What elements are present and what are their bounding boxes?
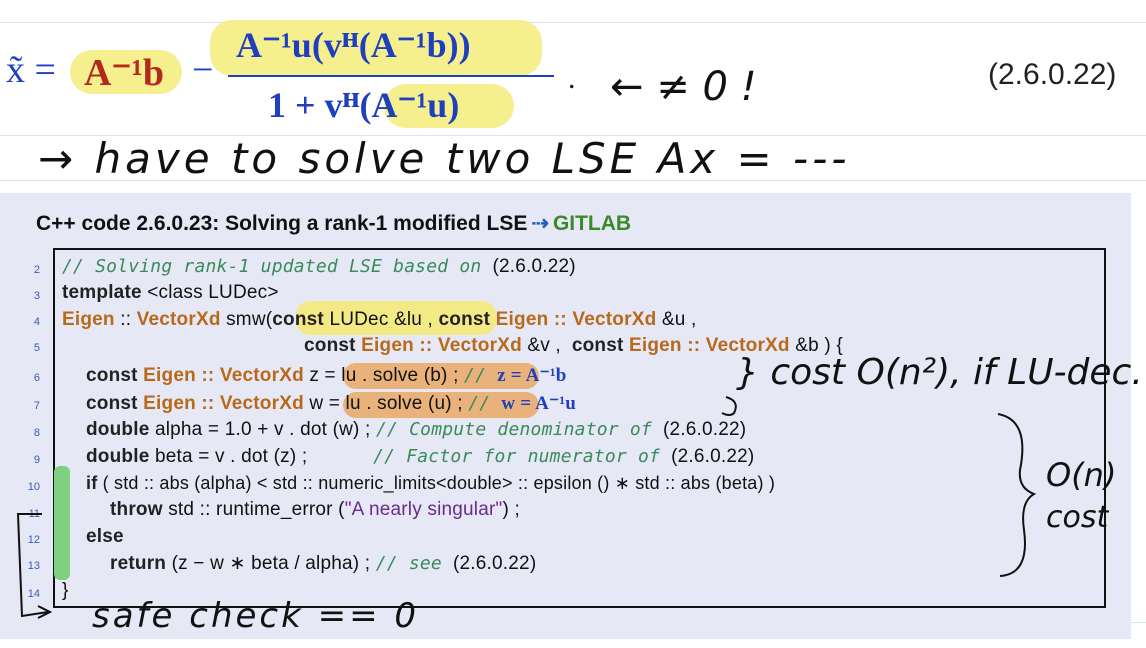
code-math: z = A⁻¹b bbox=[497, 365, 567, 386]
code-text: w = lu . solve (u) ; bbox=[303, 393, 469, 414]
code-line-12: else bbox=[86, 526, 124, 548]
line-number: 2 bbox=[33, 264, 40, 276]
line-number: 7 bbox=[33, 400, 40, 412]
code-keyword: throw bbox=[110, 499, 163, 520]
code-keyword: const bbox=[86, 365, 138, 386]
line-number: 5 bbox=[33, 342, 40, 354]
formula-dot: . bbox=[568, 62, 576, 95]
code-text: :: bbox=[114, 309, 137, 330]
code-text: } bbox=[62, 580, 69, 601]
code-line-4: Eigen :: VectorXd smw(const LUDec &lu , … bbox=[62, 309, 696, 331]
code-title: C++ code 2.6.0.23: Solving a rank-1 modi… bbox=[36, 211, 631, 236]
code-keyword: else bbox=[86, 526, 124, 547]
code-keyword: const bbox=[272, 309, 324, 330]
handwritten-brace bbox=[997, 413, 1037, 577]
ruled-line bbox=[0, 22, 1146, 23]
fraction-bar bbox=[228, 75, 554, 77]
code-title-text: C++ code 2.6.0.23: Solving a rank-1 modi… bbox=[36, 212, 528, 235]
code-type: Eigen :: VectorXd bbox=[490, 309, 657, 330]
code-keyword: const bbox=[571, 335, 624, 356]
formula-denominator: 1 + vᴴ(A⁻¹u) bbox=[268, 85, 460, 125]
handwritten-note: → have to solve two LSE Ax = --- bbox=[38, 134, 851, 183]
code-text: ) ; bbox=[502, 499, 520, 520]
equation-ref: (2.6.0.22) bbox=[492, 256, 576, 277]
code-text: std :: runtime_error ( bbox=[162, 499, 345, 520]
code-type: Eigen :: VectorXd bbox=[137, 393, 304, 414]
handwritten-brace bbox=[721, 396, 737, 416]
code-math: w = A⁻¹u bbox=[501, 393, 576, 414]
code-line-3: template <class LUDec> bbox=[62, 282, 279, 304]
equation-ref: (2.6.0.22) bbox=[662, 419, 747, 440]
code-type: Eigen :: VectorXd bbox=[137, 365, 304, 386]
handwritten-note: O(n) bbox=[1046, 456, 1117, 494]
code-text: beta = v . dot (z) ; bbox=[149, 446, 374, 467]
code-text: smw( bbox=[220, 309, 273, 330]
code-keyword: if bbox=[86, 473, 98, 493]
gitlab-link[interactable]: GITLAB bbox=[553, 212, 631, 235]
handwritten-note: cost bbox=[1046, 500, 1109, 535]
equation-ref: (2.6.0.22) bbox=[453, 553, 537, 574]
code-text: &u , bbox=[656, 309, 697, 330]
line-number: 6 bbox=[33, 372, 40, 384]
code-type: Eigen :: VectorXd bbox=[355, 335, 522, 356]
line-number: 9 bbox=[33, 454, 40, 466]
formula-numerator: A⁻¹u(vᴴ(A⁻¹b)) bbox=[236, 25, 471, 65]
code-comment: // Compute denominator of bbox=[376, 419, 663, 440]
code-type: Eigen bbox=[62, 309, 115, 330]
handwritten-bracket bbox=[16, 513, 53, 619]
code-string: "A nearly singular" bbox=[344, 499, 503, 520]
link-arrow-icon: ⇢ bbox=[531, 212, 549, 235]
code-comment: // bbox=[464, 365, 498, 386]
code-line-7: const Eigen :: VectorXd w = lu . solve (… bbox=[86, 392, 576, 415]
code-line-9: double beta = v . dot (z) ; // Factor fo… bbox=[86, 446, 754, 468]
code-keyword: double bbox=[86, 446, 150, 467]
equation-number: (2.6.0.22) bbox=[988, 58, 1117, 91]
formula-minus: − bbox=[192, 49, 214, 91]
formula-term1: A⁻¹b bbox=[84, 52, 165, 94]
code-line-6: const Eigen :: VectorXd z = lu . solve (… bbox=[86, 364, 566, 387]
code-text: alpha = 1.0 + v . dot (w) ; bbox=[149, 419, 377, 440]
code-comment: // bbox=[468, 393, 502, 414]
code-line-2: // Solving rank-1 updated LSE based on (… bbox=[62, 256, 576, 278]
line-number: 8 bbox=[33, 427, 40, 439]
code-keyword: const bbox=[438, 309, 491, 330]
code-keyword: return bbox=[110, 553, 167, 574]
code-text: <class LUDec> bbox=[141, 282, 279, 303]
code-text: &v , bbox=[521, 335, 572, 356]
code-line-14: } bbox=[62, 580, 69, 602]
code-comment: // see bbox=[375, 553, 454, 574]
code-text: ( std :: abs (alpha) < std :: numeric_li… bbox=[97, 473, 776, 493]
code-line-11: throw std :: runtime_error ("A nearly si… bbox=[110, 499, 520, 521]
handwritten-note: safe check == 0 bbox=[92, 596, 420, 636]
code-type: VectorXd bbox=[136, 309, 221, 330]
code-keyword: double bbox=[86, 419, 150, 440]
code-text: LUDec &lu , bbox=[323, 309, 439, 330]
code-text: (z − w ∗ beta / alpha) ; bbox=[166, 553, 376, 574]
code-line-8: double alpha = 1.0 + v . dot (w) ; // Co… bbox=[86, 419, 746, 441]
line-number: 3 bbox=[33, 290, 40, 302]
formula-lhs: x̃ = bbox=[6, 49, 56, 91]
equation-ref: (2.6.0.22) bbox=[671, 446, 755, 467]
code-comment: // Factor for numerator of bbox=[373, 446, 672, 467]
code-keyword: template bbox=[62, 282, 142, 303]
code-line-10: if ( std :: abs (alpha) < std :: numeric… bbox=[86, 473, 775, 494]
code-keyword: const bbox=[86, 393, 138, 414]
handwritten-note: ← ≠ 0 ! bbox=[610, 64, 757, 110]
line-number: 4 bbox=[33, 316, 40, 328]
code-comment: // Solving rank-1 updated LSE based on bbox=[62, 256, 493, 277]
code-text: z = lu . solve (b) ; bbox=[303, 365, 465, 386]
handwritten-note: } cost O(n²), if LU-dec. bbox=[736, 352, 1143, 393]
line-number: 10 bbox=[27, 481, 40, 493]
code-line-13: return (z − w ∗ beta / alpha) ; // see (… bbox=[110, 552, 536, 575]
code-keyword: const bbox=[304, 335, 356, 356]
